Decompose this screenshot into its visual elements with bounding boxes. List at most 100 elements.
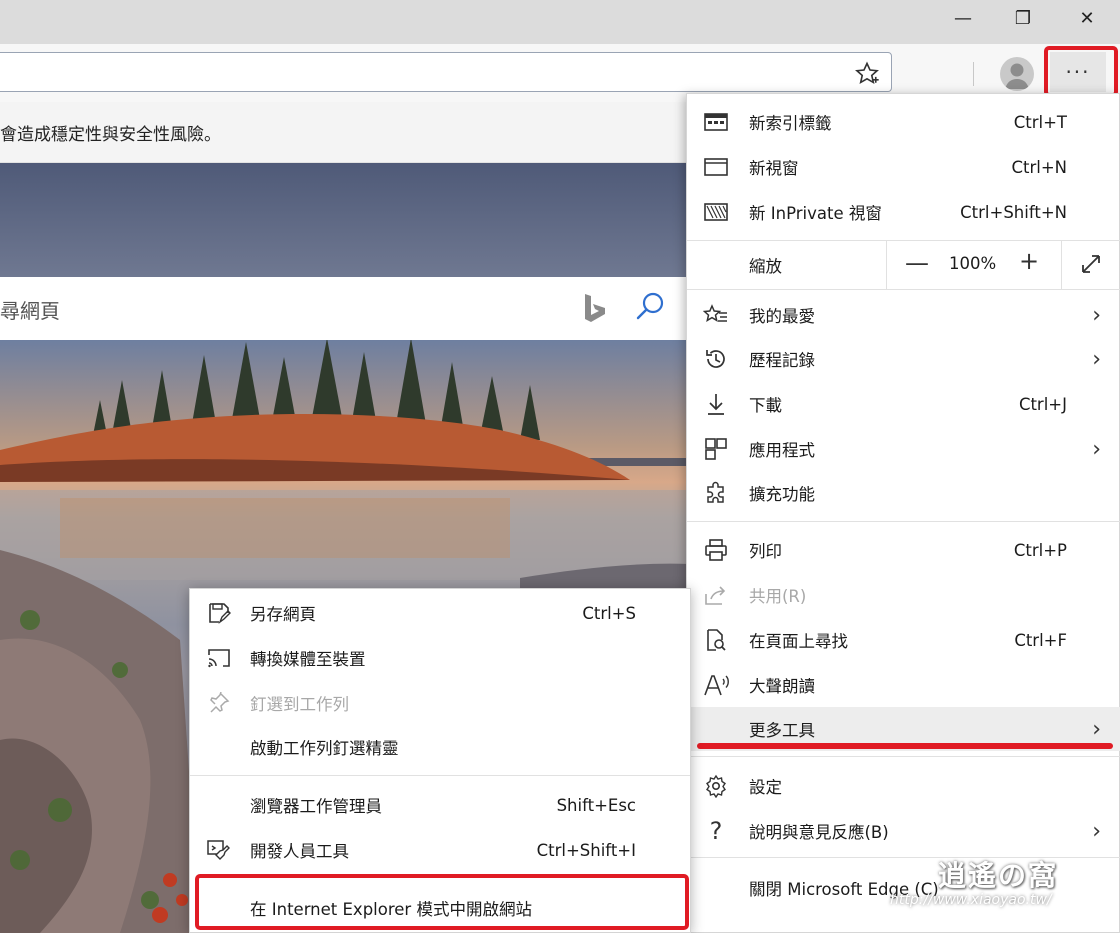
menu-item-share[interactable]: 共用(R): [687, 573, 1120, 617]
menu-item-label: 列印: [749, 542, 782, 561]
bing-icon[interactable]: [580, 292, 608, 324]
devtools-icon: [206, 838, 232, 862]
read-aloud-icon: [703, 673, 729, 697]
menu-item-label: 說明與意見反應(B): [749, 823, 889, 842]
restore-button[interactable]: ❐: [1000, 0, 1046, 36]
pin-icon: [206, 691, 232, 715]
menu-item-label: 更多工具: [749, 721, 815, 740]
new-tab-icon: [703, 110, 729, 134]
submenu-item-shortcut: Shift+Esc: [556, 795, 636, 815]
menu-item-help-feedback[interactable]: ? 說明與意見反應(B) ›: [687, 809, 1120, 853]
menu-item-shortcut: Ctrl+P: [1013, 540, 1067, 560]
favorites-icon: [703, 303, 729, 327]
menu-item-label: 下載: [749, 396, 782, 415]
extensions-icon: [703, 481, 729, 505]
menu-item-new-tab[interactable]: 新索引標籤 Ctrl+T: [687, 100, 1120, 144]
favorite-star-icon[interactable]: [853, 60, 881, 88]
submenu-separator: [190, 775, 690, 776]
chevron-right-icon: ›: [1092, 818, 1101, 844]
zoom-label: 縮放: [749, 257, 782, 276]
share-icon: [703, 583, 729, 607]
zoom-out-button[interactable]: —: [905, 249, 929, 277]
menu-item-downloads[interactable]: 下載 Ctrl+J: [687, 382, 1120, 426]
menu-separator: [687, 521, 1120, 522]
menu-item-shortcut: Ctrl+J: [1018, 394, 1067, 414]
fullscreen-icon[interactable]: [1079, 252, 1103, 276]
menu-item-read-aloud[interactable]: 大聲朗讀: [687, 663, 1120, 707]
more-tools-underline-highlight: [697, 743, 1113, 749]
warning-bar: 會造成穩定性與安全性風險。: [0, 102, 700, 163]
history-icon: [703, 347, 729, 371]
menu-item-settings[interactable]: 設定: [687, 764, 1120, 808]
apps-icon: [703, 437, 729, 461]
save-page-icon: [206, 601, 232, 625]
menu-item-history[interactable]: 歷程記錄 ›: [687, 337, 1120, 381]
submenu-item-label: 開發人員工具: [250, 842, 349, 861]
menu-item-new-window[interactable]: 新視窗 Ctrl+N: [687, 145, 1120, 189]
minimize-button[interactable]: —: [940, 0, 986, 36]
inprivate-icon: [703, 200, 729, 224]
menu-separator: [687, 756, 1120, 757]
submenu-item-task-manager[interactable]: 瀏覽器工作管理員 Shift+Esc: [190, 783, 690, 827]
search-icon[interactable]: [633, 290, 667, 324]
zoom-level: 100%: [949, 254, 997, 273]
submenu-item-save-page[interactable]: 另存網頁 Ctrl+S: [190, 591, 690, 635]
menu-item-label: 我的最愛: [749, 307, 815, 326]
menu-item-label: 新索引標籤: [749, 114, 832, 133]
menu-item-new-inprivate[interactable]: 新 InPrivate 視窗 Ctrl+Shift+N: [687, 190, 1120, 234]
submenu-item-pin-taskbar[interactable]: 釘選到工作列: [190, 681, 690, 725]
menu-item-label: 歷程記錄: [749, 351, 815, 370]
submenu-item-label: 啟動工作列釘選精靈: [250, 739, 399, 758]
menu-item-print[interactable]: 列印 Ctrl+P: [687, 528, 1120, 572]
menu-item-favorites[interactable]: 我的最愛 ›: [687, 293, 1120, 337]
menu-item-find-on-page[interactable]: 在頁面上尋找 Ctrl+F: [687, 618, 1120, 662]
submenu-item-pin-wizard[interactable]: 啟動工作列釘選精靈: [190, 725, 690, 769]
search-placeholder: 尋網頁: [0, 299, 60, 323]
person-icon: [1005, 63, 1029, 89]
zoom-divider: [886, 241, 887, 289]
menu-item-close-edge[interactable]: 關閉 Microsoft Edge (C): [687, 866, 1120, 910]
help-icon: ?: [709, 817, 723, 845]
print-icon: [703, 538, 729, 562]
close-window-button[interactable]: ✕: [1064, 0, 1110, 36]
new-window-icon: [703, 155, 729, 179]
warning-text: 會造成穩定性與安全性風險。: [0, 124, 221, 145]
menu-item-shortcut: Ctrl+N: [1011, 157, 1067, 177]
menu-item-label: 擴充功能: [749, 485, 815, 504]
settings-icon: [703, 774, 729, 798]
chevron-right-icon: ›: [1092, 302, 1101, 328]
submenu-item-label: 釘選到工作列: [250, 695, 349, 714]
menu-item-label: 在頁面上尋找: [749, 632, 848, 651]
submenu-item-cast-media[interactable]: 轉換媒體至裝置: [190, 636, 690, 680]
zoom-in-button[interactable]: +: [1019, 247, 1039, 275]
menu-item-label: 新視窗: [749, 159, 799, 178]
title-bar: — ❐ ✕: [0, 0, 1120, 44]
menu-item-apps[interactable]: 應用程式 ›: [687, 427, 1120, 471]
menu-item-shortcut: Ctrl+F: [1014, 630, 1067, 650]
download-icon: [703, 392, 729, 416]
submenu-item-shortcut: Ctrl+Shift+I: [536, 840, 636, 860]
profile-avatar[interactable]: [1000, 57, 1034, 91]
menu-separator: [687, 857, 1120, 858]
chevron-right-icon: ›: [1092, 436, 1101, 462]
menu-item-label: 關閉 Microsoft Edge (C): [749, 880, 939, 899]
menu-separator: [687, 289, 1120, 290]
menu-item-shortcut: Ctrl+T: [1013, 112, 1067, 132]
submenu-item-open-ie-mode[interactable]: 在 Internet Explorer 模式中開啟網站: [190, 886, 690, 930]
menu-item-shortcut: Ctrl+Shift+N: [960, 202, 1067, 222]
menu-item-label: 大聲朗讀: [749, 677, 815, 696]
address-bar[interactable]: [0, 52, 892, 92]
settings-and-more-button[interactable]: ···: [1050, 52, 1106, 92]
cast-icon: [206, 646, 232, 670]
submenu-item-label: 瀏覽器工作管理員: [250, 797, 382, 816]
submenu-item-label: 在 Internet Explorer 模式中開啟網站: [250, 900, 532, 919]
submenu-item-shortcut: Ctrl+S: [582, 603, 636, 623]
submenu-item-dev-tools[interactable]: 開發人員工具 Ctrl+Shift+I: [190, 828, 690, 872]
menu-item-extensions[interactable]: 擴充功能: [687, 471, 1120, 515]
menu-item-label: 新 InPrivate 視窗: [749, 204, 882, 223]
toolbar-divider: [973, 62, 974, 86]
submenu-item-label: 轉換媒體至裝置: [250, 650, 366, 669]
menu-item-label: 設定: [749, 778, 782, 797]
background-band: [0, 163, 700, 277]
submenu-item-label: 另存網頁: [250, 605, 316, 624]
